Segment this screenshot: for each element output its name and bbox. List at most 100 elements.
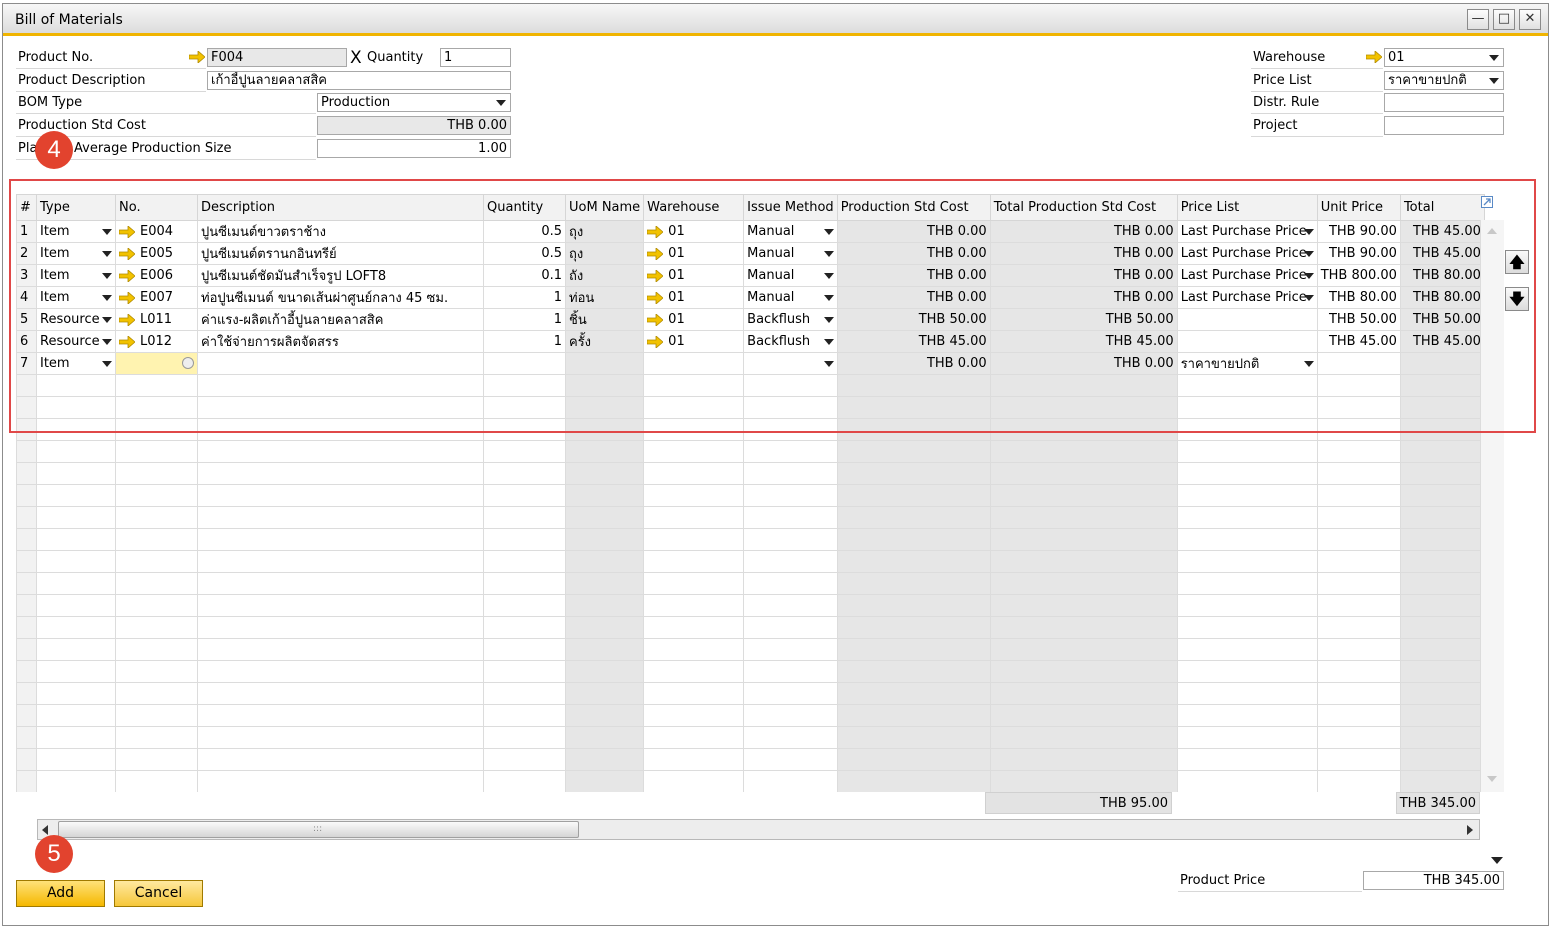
grid-cell[interactable]: ถุง (564, 242, 645, 265)
chevron-down-icon[interactable] (102, 273, 112, 279)
table-row[interactable] (16, 462, 1485, 485)
grid-cell[interactable] (989, 484, 1178, 507)
grid-cell[interactable] (564, 374, 645, 397)
grid-cell[interactable] (16, 594, 37, 617)
grid-cell[interactable]: ครั้ง (564, 330, 645, 353)
table-row[interactable] (16, 682, 1485, 705)
grid-cell[interactable]: L011 (115, 308, 198, 331)
grid-cell[interactable]: 4 (16, 286, 37, 309)
grid-cell[interactable] (989, 726, 1178, 749)
grid-cell[interactable] (1399, 528, 1485, 551)
grid-cell[interactable]: Item (36, 242, 116, 265)
grid-cell[interactable] (989, 748, 1178, 771)
grid-cell[interactable] (564, 682, 645, 705)
chevron-down-icon[interactable] (823, 317, 834, 323)
column-header[interactable]: Price List (1176, 194, 1318, 221)
grid-cell[interactable] (643, 418, 745, 441)
grid-cell[interactable] (16, 726, 37, 749)
grid-cell[interactable] (1176, 682, 1318, 705)
grid-cell[interactable] (643, 528, 745, 551)
chevron-down-icon[interactable] (823, 361, 834, 367)
grid-cell[interactable] (564, 770, 645, 792)
grid-cell[interactable] (989, 418, 1178, 441)
grid-cell[interactable]: THB 45.00 (1399, 220, 1485, 243)
grid-cell[interactable] (483, 704, 566, 727)
grid-cell[interactable]: 3 (16, 264, 37, 287)
grid-cell[interactable] (643, 770, 745, 792)
table-row[interactable] (16, 506, 1485, 529)
grid-cell[interactable] (836, 704, 991, 727)
grid-cell[interactable] (1176, 374, 1318, 397)
grid-cell[interactable] (197, 462, 484, 485)
grid-cell[interactable] (743, 418, 838, 441)
grid-cell[interactable] (836, 528, 991, 551)
grid-cell[interactable] (564, 550, 645, 573)
grid-cell[interactable] (989, 660, 1178, 683)
grid-cell[interactable] (564, 418, 645, 441)
product-no-field[interactable]: F004 (207, 48, 347, 67)
chevron-down-icon[interactable] (823, 273, 834, 279)
grid-cell[interactable] (197, 682, 484, 705)
grid-cell[interactable] (1316, 418, 1401, 441)
distr-rule-field[interactable] (1384, 93, 1504, 112)
grid-cell[interactable] (743, 748, 838, 771)
grid-cell[interactable] (1176, 484, 1318, 507)
grid-cell[interactable]: 01 (643, 330, 745, 353)
grid-cell[interactable] (36, 550, 116, 573)
grid-cell[interactable]: THB 800.00 (1316, 264, 1401, 287)
grid-cell[interactable]: ท่อปูนซีเมนต์ ขนาดเส้นผ่าศูนย์กลาง 45 ซม… (197, 286, 484, 309)
grid-cell[interactable] (836, 374, 991, 397)
grid-cell[interactable] (1316, 396, 1401, 419)
project-field[interactable] (1384, 116, 1504, 135)
grid-cell[interactable] (197, 770, 484, 792)
grid-cell[interactable]: E005 (115, 242, 198, 265)
link-arrow-icon[interactable] (647, 225, 664, 238)
grid-cell[interactable]: THB 45.00 (1399, 330, 1485, 353)
grid-cell[interactable] (743, 440, 838, 463)
grid-cell[interactable]: Item (36, 264, 116, 287)
grid-cell[interactable] (743, 550, 838, 573)
grid-cell[interactable] (1316, 638, 1401, 661)
grid-cell[interactable] (483, 594, 566, 617)
grid-cell[interactable] (1399, 704, 1485, 727)
grid-cell[interactable]: Manual (743, 220, 838, 243)
grid-cell[interactable] (1316, 616, 1401, 639)
grid-cell[interactable] (564, 726, 645, 749)
grid-cell[interactable] (16, 682, 37, 705)
table-row[interactable] (16, 660, 1485, 683)
grid-cell[interactable] (1399, 682, 1485, 705)
grid-cell[interactable] (836, 594, 991, 617)
grid-cell[interactable] (1316, 352, 1401, 375)
grid-cell[interactable]: THB 80.00 (1316, 286, 1401, 309)
grid-cell[interactable] (564, 352, 645, 375)
table-row[interactable] (16, 726, 1485, 749)
grid-cell[interactable] (1176, 440, 1318, 463)
table-row[interactable]: 6 Resource L012 ค่าใช้จ่ายการผลิตจัดสรร 1 ครั… (16, 330, 1485, 353)
grid-cell[interactable] (197, 616, 484, 639)
grid-cell[interactable] (1316, 374, 1401, 397)
grid-cell[interactable] (1399, 396, 1485, 419)
grid-cell[interactable] (989, 506, 1178, 529)
price-list-select[interactable]: ราคาขายปกติ (1384, 71, 1504, 90)
grid-cell[interactable] (1399, 770, 1485, 792)
chevron-down-icon[interactable] (102, 339, 112, 345)
grid-cell[interactable]: THB 50.00 (1316, 308, 1401, 331)
link-arrow-icon[interactable] (119, 269, 135, 282)
grid-cell[interactable]: Item (36, 220, 116, 243)
table-row[interactable] (16, 770, 1485, 792)
grid-cell[interactable] (197, 396, 484, 419)
grid-cell[interactable]: ค่าแรง-ผลิตเก้าอี้ปูนลายคลาสสิค (197, 308, 484, 331)
chevron-down-icon[interactable] (102, 295, 112, 301)
grid-cell[interactable] (16, 550, 37, 573)
grid-cell[interactable]: 0.5 (483, 220, 566, 243)
grid-cell[interactable] (115, 660, 198, 683)
grid-cell[interactable] (1399, 418, 1485, 441)
grid-cell[interactable] (36, 638, 116, 661)
grid-cell[interactable] (836, 572, 991, 595)
grid-cell[interactable] (643, 374, 745, 397)
grid-cell[interactable] (1176, 330, 1318, 353)
grid-cell[interactable] (989, 616, 1178, 639)
grid-cell[interactable] (36, 572, 116, 595)
grid-cell[interactable]: Last Purchase Price (1176, 264, 1318, 287)
grid-cell[interactable]: THB 0.00 (989, 352, 1178, 375)
